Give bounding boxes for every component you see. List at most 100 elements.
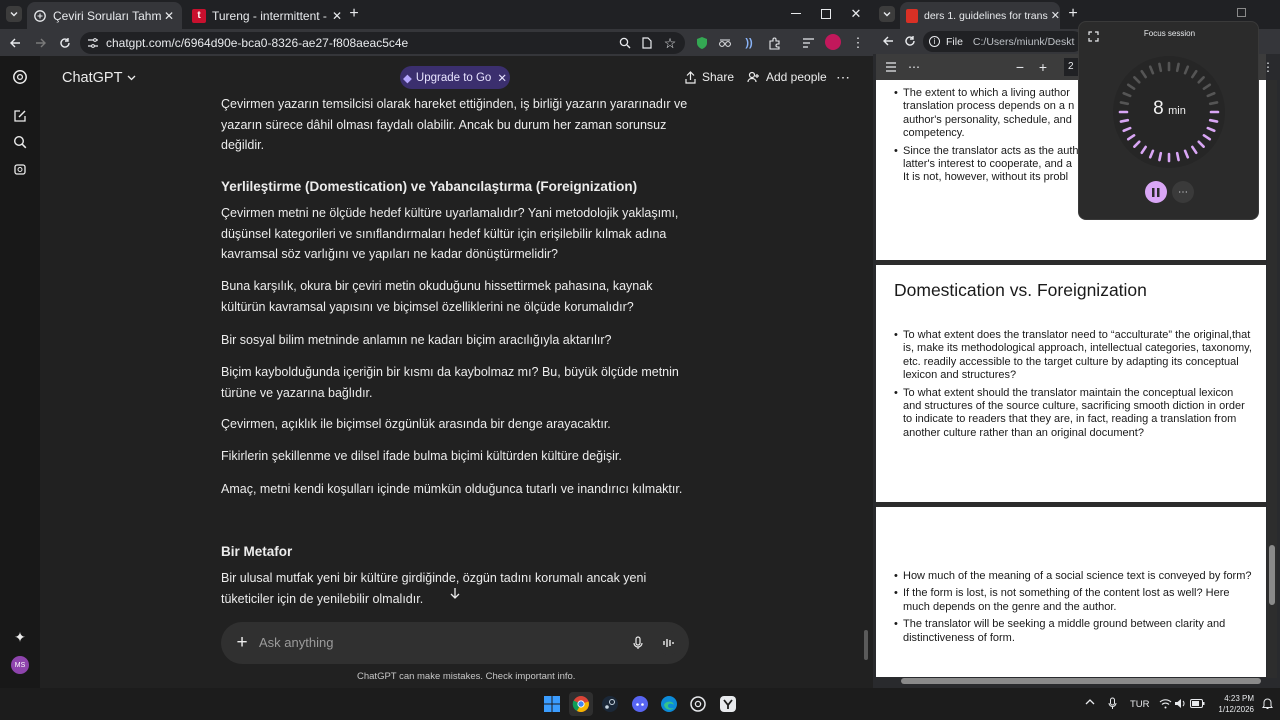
reload-icon[interactable] — [901, 32, 919, 50]
url-text: chatgpt.com/c/6964d90e-bca0-8326-ae27-f8… — [106, 36, 409, 50]
new-chat-icon[interactable] — [11, 107, 29, 125]
app-taskbar-icon[interactable] — [716, 692, 740, 716]
composer[interactable]: + Ask anything — [221, 622, 689, 664]
reload-icon[interactable] — [56, 34, 74, 52]
reading-list-icon[interactable] — [800, 35, 816, 51]
clock-time[interactable]: 4:23 PM — [1218, 694, 1254, 703]
profile-avatar-icon[interactable] — [825, 34, 841, 50]
zoom-out-icon[interactable]: − — [1012, 59, 1028, 75]
focus-more-icon[interactable]: ⋯ — [1172, 181, 1194, 203]
add-people-button[interactable]: Add people — [747, 70, 827, 84]
tray-microphone-icon[interactable] — [1108, 697, 1117, 710]
omnibox[interactable]: chatgpt.com/c/6964d90e-bca0-8326-ae27-f8… — [80, 32, 685, 54]
page-icon[interactable] — [640, 36, 654, 50]
tab-title: ders 1. guidelines for translation o — [923, 9, 1048, 22]
windows-start-icon[interactable] — [540, 692, 564, 716]
zoom-in-icon[interactable]: + — [1035, 59, 1051, 75]
tab-pdf[interactable]: ders 1. guidelines for translation o ✕ — [900, 2, 1060, 29]
pdf-more-icon[interactable]: ⋯ — [906, 59, 922, 75]
pdf-scrollbar-thumb[interactable] — [1269, 545, 1275, 605]
maximize-icon[interactable] — [818, 6, 834, 22]
dial-tick — [1175, 62, 1180, 73]
section-heading-metaphor: Bir Metafor — [221, 544, 293, 559]
new-tab-icon[interactable]: + — [1065, 5, 1081, 22]
chat-scrollbar[interactable] — [864, 630, 868, 660]
search-chats-icon[interactable] — [11, 133, 29, 151]
dial-tick — [1158, 62, 1163, 73]
slide3-bullet: The translator will be seeking a middle … — [894, 618, 1254, 645]
diamond-icon: ◆ — [403, 72, 412, 85]
microphone-icon[interactable] — [629, 634, 647, 652]
pdf-hscrollbar[interactable] — [901, 678, 1261, 684]
chrome-taskbar-icon[interactable] — [569, 692, 593, 716]
upgrade-label: Upgrade to Go — [415, 71, 492, 84]
steam-taskbar-icon[interactable] — [598, 692, 622, 716]
back-icon[interactable] — [879, 32, 897, 50]
tray-volume-icon[interactable] — [1174, 698, 1187, 709]
site-info-icon[interactable] — [86, 36, 100, 50]
tab-ceviri-sorulari[interactable]: Çeviri Soruları Tahmini ✕ — [27, 2, 182, 29]
disclaimer-text: ChatGPT can make mistakes. Check importa… — [357, 671, 576, 682]
outline-menu-icon[interactable] — [883, 59, 899, 75]
restore-icon[interactable] — [1233, 6, 1249, 18]
close-window-icon[interactable]: ✕ — [848, 6, 864, 22]
tray-chevron-icon[interactable] — [1085, 698, 1095, 705]
omnibox[interactable]: i File C:/Users/miunk/Deskt — [923, 31, 1083, 52]
scroll-down-arrow-icon[interactable] — [447, 585, 463, 601]
minimize-icon[interactable] — [788, 6, 804, 22]
composer-placeholder[interactable]: Ask anything — [259, 635, 333, 650]
library-icon[interactable] — [11, 160, 29, 178]
model-name: ChatGPT — [62, 70, 123, 86]
attach-plus-icon[interactable]: + — [233, 632, 251, 653]
share-button[interactable]: Share — [685, 70, 734, 84]
browser-menu-icon[interactable]: ⋮ — [850, 35, 866, 51]
slide3-bullet: If the form is lost, is not something of… — [894, 587, 1254, 614]
share-label: Share — [702, 70, 735, 84]
tab-search-icon[interactable] — [879, 6, 895, 22]
windows-taskbar: TUR 4:23 PM 1/12/2026 — [0, 688, 1280, 720]
new-tab-icon[interactable]: + — [346, 5, 362, 22]
sparkle-icon[interactable]: ✦ — [11, 628, 29, 646]
puzzle-extensions-icon[interactable] — [766, 35, 782, 51]
upgrade-pill[interactable]: ◆ Upgrade to Go ✕ — [400, 66, 510, 89]
more-options-icon[interactable]: ⋯ — [835, 69, 851, 85]
model-selector[interactable]: ChatGPT — [62, 68, 136, 89]
translate-extension-icon[interactable]: )) — [741, 35, 757, 51]
discord-taskbar-icon[interactable] — [628, 692, 652, 716]
close-tab-icon[interactable]: ✕ — [1051, 9, 1060, 22]
bookmark-star-icon[interactable]: ☆ — [662, 35, 678, 51]
slide3-bullets: How much of the meaning of a social scie… — [894, 570, 1254, 649]
slide3-bullet: How much of the meaning of a social scie… — [894, 570, 1254, 584]
close-pill-icon[interactable]: ✕ — [497, 71, 507, 85]
shield-extension-icon[interactable] — [694, 35, 710, 51]
language-indicator[interactable]: TUR — [1130, 699, 1150, 710]
chatgpt-taskbar-icon[interactable] — [686, 692, 710, 716]
user-avatar[interactable]: MS — [11, 656, 29, 674]
slide2-bullet: To what extent does the translator need … — [894, 329, 1254, 383]
close-tab-icon[interactable]: ✕ — [330, 9, 344, 23]
timer-unit: min — [1168, 105, 1186, 117]
pause-button[interactable] — [1145, 181, 1167, 203]
forward-icon[interactable] — [32, 34, 50, 52]
openai-logo-icon[interactable] — [11, 68, 29, 86]
answer-paragraph: Bir sosyal bilim metninde anlamın ne kad… — [221, 333, 612, 347]
tray-battery-icon[interactable] — [1190, 699, 1205, 708]
close-tab-icon[interactable]: ✕ — [162, 9, 176, 23]
pdf-options-icon[interactable]: ⋮ — [1260, 59, 1276, 75]
back-icon[interactable] — [6, 34, 24, 52]
clock-date[interactable]: 1/12/2026 — [1212, 705, 1254, 714]
voice-mode-icon[interactable] — [657, 631, 681, 655]
dial-tick — [1158, 151, 1163, 162]
chevron-down-icon — [127, 75, 136, 81]
tab-tureng[interactable]: t Tureng - intermittent - Türkçe İ ✕ — [186, 2, 348, 29]
slide2-bullet: To what extent should the translator mai… — [894, 387, 1254, 441]
incognito-extension-icon[interactable] — [717, 35, 733, 51]
tab-search-icon[interactable] — [6, 6, 22, 22]
edge-taskbar-icon[interactable] — [657, 692, 681, 716]
chatgpt-favicon-icon — [33, 9, 47, 23]
notification-bell-icon[interactable] — [1262, 697, 1273, 710]
tray-wifi-icon[interactable] — [1159, 698, 1172, 709]
page-number-box[interactable]: 2 — [1064, 58, 1078, 76]
answer-paragraph: Çevirmen metni ne ölçüde hedef kültüre u… — [221, 206, 679, 261]
zoom-icon[interactable] — [618, 36, 632, 50]
